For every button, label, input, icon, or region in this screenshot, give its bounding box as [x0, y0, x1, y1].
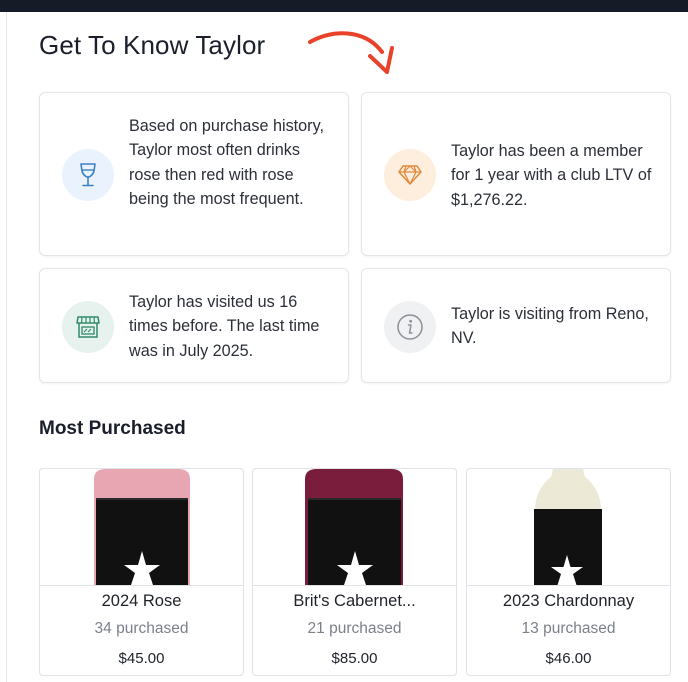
product-card[interactable]: 2023 Chardonnay 13 purchased $46.00 [466, 468, 671, 676]
insight-card-wine-preference: Based on purchase history, Taylor most o… [39, 92, 349, 256]
insight-card-membership: Taylor has been a member for 1 year with… [361, 92, 671, 256]
product-name: Brit's Cabernet... [293, 592, 416, 610]
product-image [467, 469, 670, 585]
product-name: 2024 Rose [101, 592, 182, 610]
storefront-icon [62, 301, 114, 353]
insight-card-location: Taylor is visiting from Reno, NV. [361, 268, 671, 383]
insight-text: Taylor is visiting from Reno, NV. [451, 305, 649, 348]
insight-text: Taylor has been a member for 1 year with… [451, 142, 652, 209]
info-icon [384, 301, 436, 353]
page-title: Get To Know Taylor [39, 30, 266, 60]
most-purchased-title: Most Purchased [39, 418, 186, 439]
product-price: $45.00 [118, 650, 165, 667]
product-price: $46.00 [545, 650, 592, 667]
wine-glass-icon [62, 149, 114, 201]
curved-arrow-icon [308, 31, 394, 74]
diamond-icon [384, 149, 436, 201]
insight-text: Based on purchase history, Taylor most o… [129, 117, 324, 209]
product-purchase-count: 13 purchased [521, 620, 616, 637]
product-image [253, 469, 456, 585]
left-divider [6, 12, 7, 682]
product-name: 2023 Chardonnay [502, 592, 635, 610]
product-price: $85.00 [331, 650, 378, 667]
insight-card-visits: Taylor has visited us 16 times before. T… [39, 268, 349, 383]
product-purchase-count: 34 purchased [94, 620, 189, 637]
insight-text: Taylor has visited us 16 times before. T… [129, 293, 320, 360]
top-bar [0, 0, 688, 12]
product-card[interactable]: Brit's Cabernet... 21 purchased $85.00 [252, 468, 457, 676]
product-card[interactable]: 2024 Rose 34 purchased $45.00 [39, 468, 244, 676]
product-purchase-count: 21 purchased [307, 620, 402, 637]
product-image [40, 469, 243, 585]
